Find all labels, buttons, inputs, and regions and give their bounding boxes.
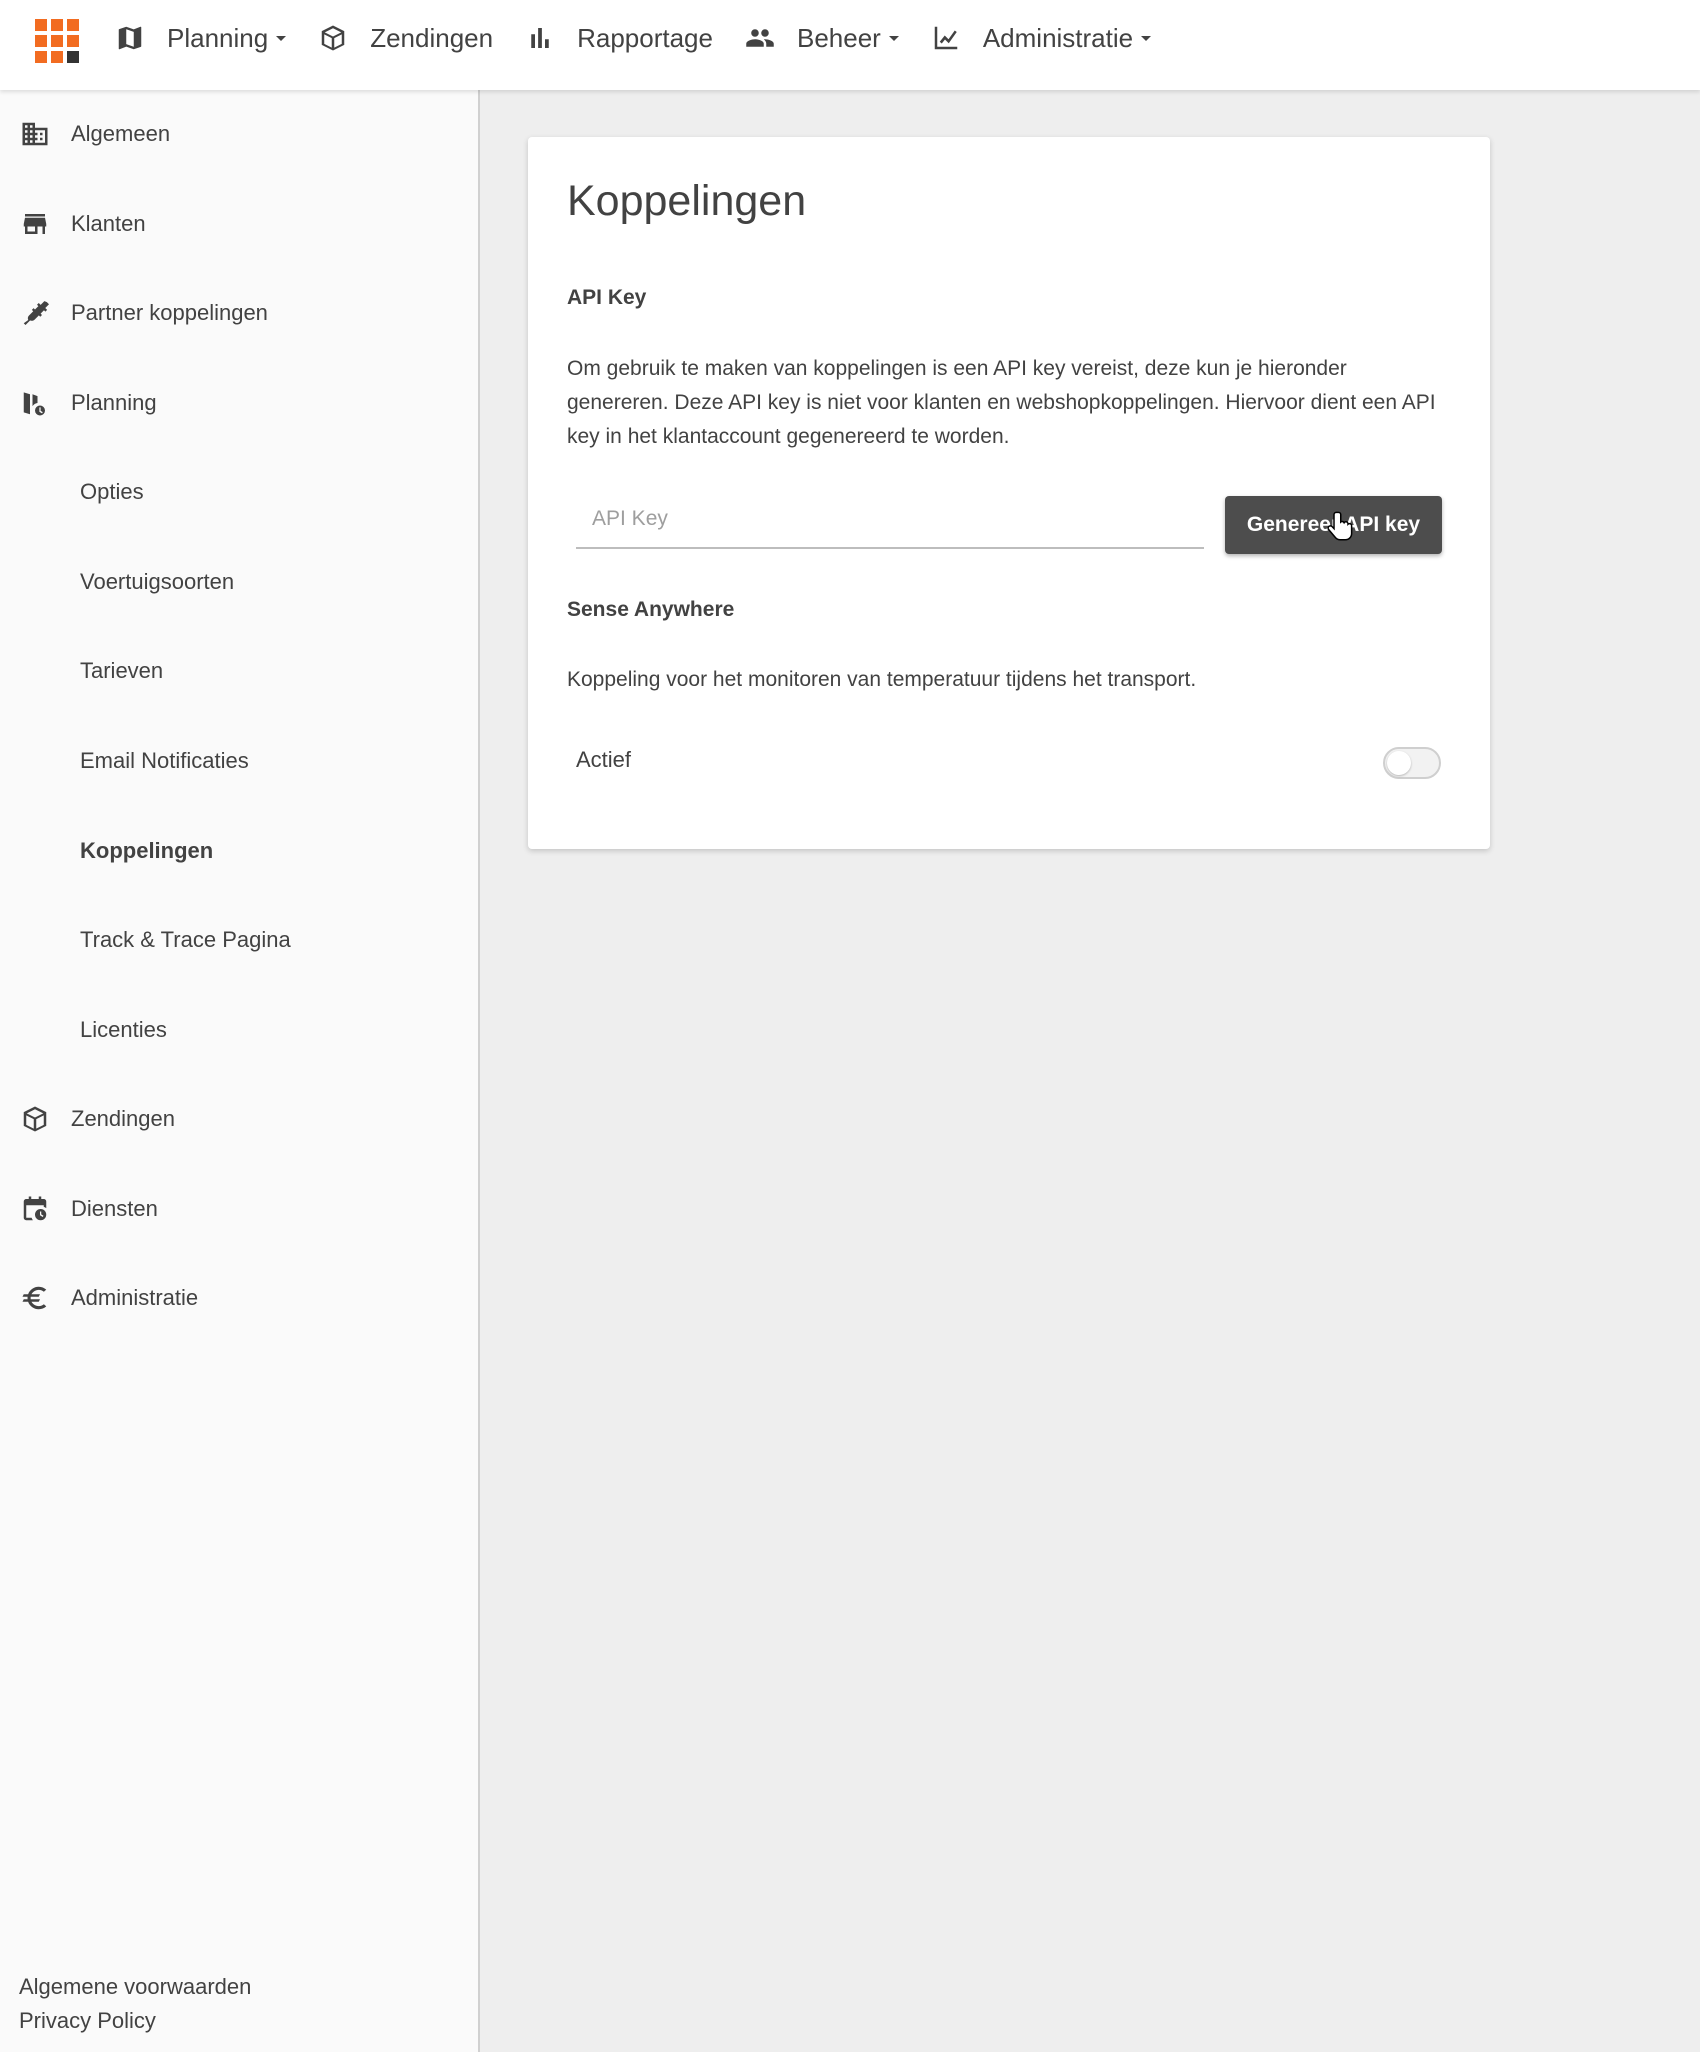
sidebar-item-track-trace-pagina[interactable]: Track & Trace Pagina xyxy=(0,910,478,970)
sidebar-item-label: Zendingen xyxy=(71,1106,175,1131)
sidebar-item-voertuigsoorten[interactable]: Voertuigsoorten xyxy=(0,552,478,612)
map-clock-icon xyxy=(20,388,50,418)
plug-icon xyxy=(20,298,50,328)
nav-rapportage[interactable]: Rapportage xyxy=(525,0,713,76)
koppelingen-card: Koppelingen API Key Om gebruik te maken … xyxy=(528,137,1490,849)
nav-planning[interactable]: Planning xyxy=(115,0,287,76)
sidebar: Algemeen Klanten Partner koppelingen Pla… xyxy=(0,90,480,2052)
nav-beheer[interactable]: Beheer xyxy=(745,0,899,76)
sidebar-item-email-notificaties[interactable]: Email Notificaties xyxy=(0,731,478,791)
api-key-heading: API Key xyxy=(567,286,647,309)
map-icon xyxy=(118,26,142,50)
logo-tile xyxy=(35,19,47,31)
caret-down-icon xyxy=(1141,35,1152,41)
sense-anywhere-description: Koppeling voor het monitoren van tempera… xyxy=(567,668,1197,691)
people-icon xyxy=(746,29,774,47)
sidebar-item-koppelingen[interactable]: Koppelingen xyxy=(0,821,478,881)
sidebar-item-label: Licenties xyxy=(80,1017,167,1042)
logo-tile xyxy=(51,19,63,31)
package-icon xyxy=(321,25,345,51)
sidebar-item-administratie[interactable]: Administratie xyxy=(0,1268,478,1328)
bar-chart-icon xyxy=(531,28,549,48)
main-nav: Planning Zendingen Rapportage Beheer Adm… xyxy=(115,0,1183,76)
sidebar-item-label: Track & Trace Pagina xyxy=(80,927,291,952)
api-key-description: Om gebruik te maken van koppelingen is e… xyxy=(567,357,1436,448)
sidebar-item-klanten[interactable]: Klanten xyxy=(0,194,478,254)
sidebar-item-algemeen[interactable]: Algemeen xyxy=(0,104,478,164)
sidebar-item-diensten[interactable]: Diensten xyxy=(0,1179,478,1239)
store-icon xyxy=(20,209,50,239)
privacy-link[interactable]: Privacy Policy xyxy=(19,2004,251,2038)
sidebar-item-label: Klanten xyxy=(71,211,146,236)
nav-zendingen-label: Zendingen xyxy=(370,22,494,53)
sidebar-item-label: Administratie xyxy=(71,1285,199,1310)
sidebar-item-tarieven[interactable]: Tarieven xyxy=(0,641,478,701)
sidebar-item-label: Koppelingen xyxy=(80,838,214,863)
nav-zendingen[interactable]: Zendingen xyxy=(318,0,493,76)
logo-tile xyxy=(51,51,63,63)
caret-down-icon xyxy=(276,35,287,41)
building-icon xyxy=(20,119,50,149)
nav-planning-label: Planning xyxy=(167,22,269,53)
nav-beheer-label: Beheer xyxy=(796,22,881,53)
logo-tile xyxy=(67,19,79,31)
logo-tile xyxy=(67,51,79,63)
sidebar-item-label: Algemeen xyxy=(71,121,171,146)
actief-toggle[interactable] xyxy=(1383,747,1441,779)
sidebar-item-licenties[interactable]: Licenties xyxy=(0,1000,478,1060)
sidebar-item-label: Tarieven xyxy=(80,658,164,683)
sidebar-item-partner-koppelingen[interactable]: Partner koppelingen xyxy=(0,283,478,343)
api-key-input[interactable] xyxy=(576,491,1204,549)
sidebar-item-zendingen[interactable]: Zendingen xyxy=(0,1089,478,1149)
terms-link[interactable]: Algemene voorwaarden xyxy=(19,1970,251,2004)
package-icon xyxy=(20,1104,50,1134)
top-navigation-bar: Planning Zendingen Rapportage Beheer Adm… xyxy=(0,0,1700,90)
sidebar-item-label: Voertuigsoorten xyxy=(80,569,235,594)
toggle-knob xyxy=(1387,751,1411,775)
sense-anywhere-heading: Sense Anywhere xyxy=(567,598,735,621)
sidebar-item-label: Opties xyxy=(80,479,144,504)
page-title: Koppelingen xyxy=(567,177,807,225)
sidebar-item-label: Diensten xyxy=(71,1196,158,1221)
logo-tile xyxy=(35,35,47,47)
sidebar-item-opties[interactable]: Opties xyxy=(0,462,478,522)
sidebar-item-label: Partner koppelingen xyxy=(71,300,268,325)
actief-label: Actief xyxy=(576,747,632,772)
grid-logo-icon[interactable] xyxy=(35,19,79,63)
calendar-clock-icon xyxy=(20,1194,50,1224)
sidebar-item-label: Email Notificaties xyxy=(80,748,249,773)
sidebar-footer: Algemene voorwaarden Privacy Policy xyxy=(19,1970,251,2038)
logo-tile xyxy=(51,35,63,47)
nav-administratie[interactable]: Administratie xyxy=(931,0,1152,76)
logo-tile xyxy=(35,51,47,63)
nav-rapportage-label: Rapportage xyxy=(577,22,713,53)
sidebar-item-label: Planning xyxy=(71,390,157,415)
sidebar-item-planning[interactable]: Planning xyxy=(0,373,478,433)
chart-line-icon xyxy=(934,26,958,50)
caret-down-icon xyxy=(888,35,899,41)
euro-icon xyxy=(20,1283,50,1313)
hand-pointer-cursor-icon xyxy=(1327,511,1353,541)
logo-tile xyxy=(67,35,79,47)
nav-administratie-label: Administratie xyxy=(982,22,1134,53)
